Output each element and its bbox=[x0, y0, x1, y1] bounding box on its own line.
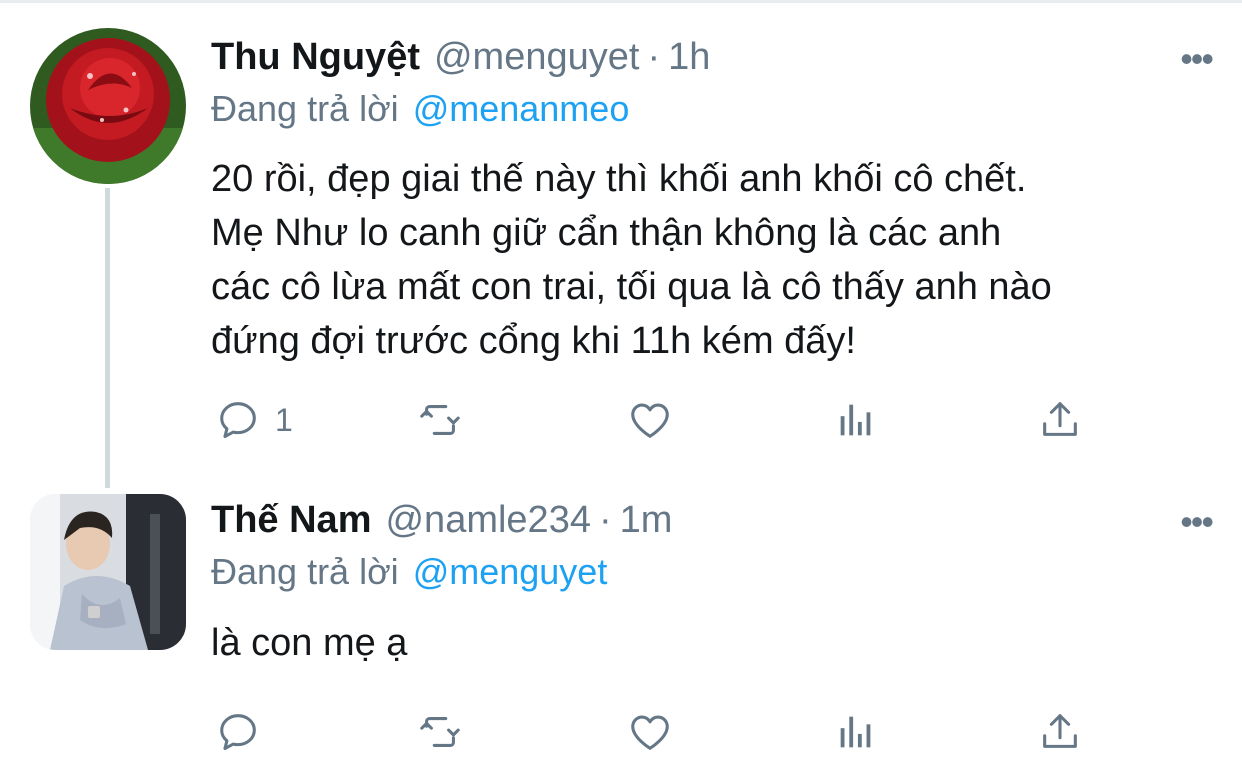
analytics-button[interactable] bbox=[833, 702, 879, 762]
retweet-icon bbox=[417, 397, 463, 443]
heart-icon bbox=[627, 397, 673, 443]
share-button[interactable] bbox=[1037, 702, 1083, 762]
tweet-text: là con mẹ ạ bbox=[211, 622, 408, 664]
comment-icon bbox=[215, 709, 261, 755]
tweet-actions bbox=[211, 702, 1111, 762]
avatar-photo[interactable] bbox=[30, 494, 186, 650]
like-button[interactable] bbox=[627, 702, 673, 762]
replying-to-label: Đang trả lời bbox=[211, 88, 399, 129]
more-options-icon[interactable]: ••• bbox=[1180, 41, 1214, 77]
analytics-icon bbox=[833, 709, 879, 755]
retweet-button[interactable] bbox=[417, 390, 463, 450]
share-button[interactable] bbox=[1037, 390, 1083, 450]
tweet-actions: 1 bbox=[211, 390, 1111, 450]
analytics-button[interactable] bbox=[833, 390, 879, 450]
user-handle[interactable]: @namle234 bbox=[385, 497, 590, 543]
reply-mention-link[interactable]: @menanmeo bbox=[413, 88, 630, 129]
reply-mention-link[interactable]: @menguyet bbox=[413, 551, 608, 592]
avatar-rose[interactable] bbox=[30, 28, 186, 184]
comment-icon bbox=[215, 397, 261, 443]
separator-dot: · bbox=[598, 499, 612, 541]
tweet-the-nam[interactable]: Thế Nam @namle234 · 1m ••• Đang trả lời @… bbox=[0, 490, 1242, 766]
share-icon bbox=[1037, 397, 1083, 443]
more-options-icon[interactable]: ••• bbox=[1180, 504, 1214, 540]
replying-to-label: Đang trả lời bbox=[211, 551, 399, 592]
retweet-button[interactable] bbox=[417, 702, 463, 762]
retweet-icon bbox=[417, 709, 463, 755]
reply-button[interactable]: 1 bbox=[215, 390, 293, 450]
analytics-icon bbox=[833, 397, 879, 443]
tweet-text: 20 rồi, đẹp giai thế này thì khối anh kh… bbox=[211, 158, 1052, 362]
tweet-thu-nguyet[interactable]: Thu Nguyệt @menguyet · 1h ••• Đang trả l… bbox=[0, 0, 1242, 490]
replying-to: Đang trả lời @menanmeo bbox=[211, 86, 629, 132]
reply-button[interactable] bbox=[215, 702, 275, 762]
heart-icon bbox=[627, 709, 673, 755]
tweet-header: Thế Nam @namle234 · 1m bbox=[211, 497, 672, 543]
share-icon bbox=[1037, 709, 1083, 755]
user-handle[interactable]: @menguyet bbox=[434, 34, 639, 80]
like-button[interactable] bbox=[627, 390, 673, 450]
replying-to: Đang trả lời @menguyet bbox=[211, 549, 607, 595]
tweet-header: Thu Nguyệt @menguyet · 1h bbox=[211, 34, 710, 80]
display-name[interactable]: Thế Nam bbox=[211, 497, 371, 543]
timestamp[interactable]: 1m bbox=[620, 497, 673, 543]
timestamp[interactable]: 1h bbox=[668, 34, 710, 80]
display-name[interactable]: Thu Nguyệt bbox=[211, 34, 420, 80]
reply-count: 1 bbox=[275, 402, 293, 438]
separator-dot: · bbox=[647, 36, 661, 78]
